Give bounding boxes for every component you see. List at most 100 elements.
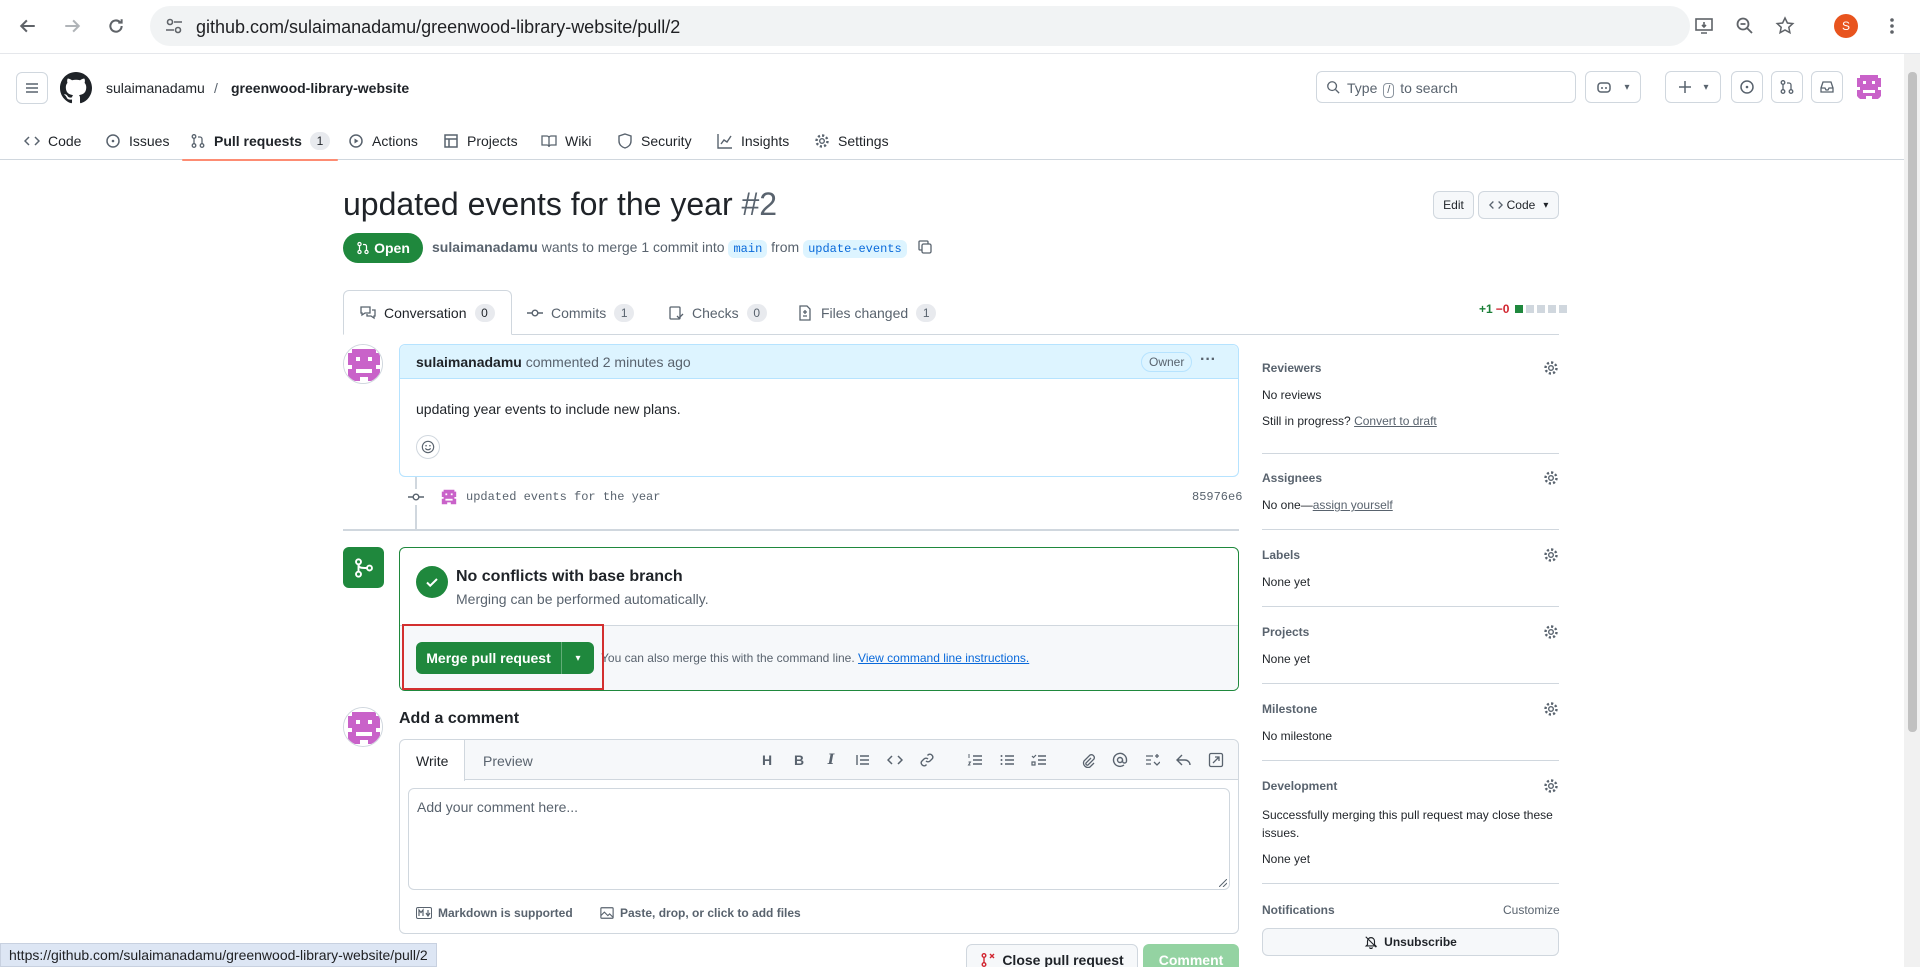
create-new-button[interactable]: ▾: [1665, 71, 1721, 103]
copy-icon[interactable]: [917, 239, 933, 255]
repo-tab-insights[interactable]: Insights: [717, 122, 789, 160]
comment-author[interactable]: sulaimanadamu: [416, 354, 522, 370]
address-bar[interactable]: github.com/sulaimanadamu/greenwood-libra…: [150, 6, 1690, 46]
issues-button[interactable]: [1731, 71, 1763, 103]
reload-icon[interactable]: [102, 12, 130, 40]
quote-icon[interactable]: [854, 751, 872, 769]
tab-files-changed[interactable]: Files changed 1: [797, 290, 937, 335]
base-branch[interactable]: main: [728, 240, 768, 258]
customize-link[interactable]: Customize: [1503, 903, 1560, 917]
comment-editor: Write Preview H B I Add your comment her…: [399, 739, 1239, 934]
browser-menu-icon[interactable]: [1880, 14, 1904, 38]
search-input[interactable]: Type / to search: [1316, 71, 1576, 103]
tab-preview[interactable]: Preview: [467, 740, 549, 781]
shield-icon: [618, 133, 632, 149]
tab-write[interactable]: Write: [400, 740, 466, 781]
repo-tab-settings[interactable]: Settings: [814, 122, 889, 160]
pull-requests-count: 1: [309, 132, 330, 150]
code-icon[interactable]: [886, 751, 904, 769]
back-icon[interactable]: [14, 12, 42, 40]
commit-sha[interactable]: 85976e6: [1192, 490, 1242, 504]
mention-icon[interactable]: [1111, 751, 1129, 769]
markdown-supported-link[interactable]: Markdown is supported: [416, 906, 573, 920]
breadcrumb-repo[interactable]: greenwood-library-website: [231, 80, 409, 96]
gear-icon[interactable]: [1543, 360, 1559, 376]
gear-icon[interactable]: [1543, 701, 1559, 717]
breadcrumb-owner[interactable]: sulaimanadamu: [106, 80, 205, 96]
github-logo-icon[interactable]: [60, 72, 92, 104]
link-icon[interactable]: [918, 751, 936, 769]
gear-icon[interactable]: [1543, 470, 1559, 486]
assign-yourself-link[interactable]: assign yourself: [1313, 498, 1393, 512]
comment-placeholder: Add your comment here...: [417, 799, 579, 815]
zoom-icon[interactable]: [1733, 14, 1757, 38]
scrollbar-thumb[interactable]: [1908, 72, 1917, 732]
attach-files-link[interactable]: Paste, drop, or click to add files: [600, 906, 801, 920]
attach-icon[interactable]: [1079, 751, 1097, 769]
commit-message[interactable]: updated events for the year: [466, 490, 660, 504]
code-dropdown-button[interactable]: Code ▾: [1478, 191, 1559, 219]
repo-tab-projects[interactable]: Projects: [443, 122, 518, 160]
command-line-instructions-link[interactable]: View command line instructions.: [858, 651, 1029, 665]
cross-reference-icon[interactable]: [1143, 751, 1161, 769]
comment-textarea[interactable]: Add your comment here...: [408, 788, 1230, 890]
unordered-list-icon[interactable]: [998, 751, 1016, 769]
hamburger-menu-icon[interactable]: [16, 72, 48, 104]
user-avatar[interactable]: [1854, 72, 1884, 102]
gear-icon[interactable]: [1543, 778, 1559, 794]
site-info-icon[interactable]: [164, 16, 184, 36]
bookmark-star-icon[interactable]: [1773, 14, 1797, 38]
heading-icon[interactable]: H: [758, 751, 776, 769]
repo-tab-code[interactable]: Code: [24, 122, 81, 160]
pr-title: updated events for the year #2: [343, 186, 778, 222]
convert-to-draft-link[interactable]: Convert to draft: [1354, 414, 1437, 428]
italic-icon[interactable]: I: [822, 751, 840, 769]
sidebar-labels: Labels None yet: [1262, 543, 1559, 607]
active-tab-indicator: [182, 159, 338, 161]
install-app-icon[interactable]: [1692, 14, 1716, 38]
tab-commits[interactable]: Commits 1: [527, 290, 635, 335]
assignees-heading[interactable]: Assignees: [1262, 471, 1322, 485]
current-user-avatar[interactable]: [343, 707, 383, 747]
task-list-icon[interactable]: [1030, 751, 1048, 769]
repo-tab-issues[interactable]: Issues: [105, 122, 169, 160]
pull-requests-button[interactable]: [1771, 71, 1803, 103]
bold-icon[interactable]: B: [790, 751, 808, 769]
tab-checks[interactable]: Checks 0: [668, 290, 767, 335]
timeline-divider: [343, 529, 1239, 531]
inbox-button[interactable]: [1811, 71, 1843, 103]
milestone-heading[interactable]: Milestone: [1262, 702, 1317, 716]
reviewers-heading[interactable]: Reviewers: [1262, 361, 1321, 375]
close-pull-request-button[interactable]: Close pull request: [966, 944, 1138, 967]
commit-author-avatar[interactable]: [440, 488, 458, 506]
repo-navigation: Code Issues Pull requests 1 Actions Proj…: [0, 122, 1904, 161]
pr-author[interactable]: sulaimanadamu: [432, 239, 538, 255]
comment-button[interactable]: Comment: [1143, 944, 1239, 967]
copilot-button[interactable]: ▾: [1585, 71, 1641, 103]
gear-icon[interactable]: [1543, 547, 1559, 563]
repo-tab-wiki[interactable]: Wiki: [541, 122, 591, 160]
owner-badge: Owner: [1141, 352, 1193, 372]
add-reaction-button[interactable]: [416, 435, 440, 459]
head-branch[interactable]: update-events: [803, 240, 907, 258]
reply-icon[interactable]: [1175, 751, 1193, 769]
code-icon: [24, 136, 40, 146]
plus-icon: [1679, 81, 1692, 93]
edit-button[interactable]: Edit: [1433, 191, 1474, 219]
comment-author-avatar[interactable]: [343, 344, 383, 384]
labels-heading[interactable]: Labels: [1262, 548, 1300, 562]
forward-icon[interactable]: [58, 12, 86, 40]
repo-tab-security[interactable]: Security: [617, 122, 692, 160]
profile-avatar[interactable]: S: [1834, 14, 1858, 38]
projects-heading[interactable]: Projects: [1262, 625, 1309, 639]
gear-icon[interactable]: [1543, 624, 1559, 640]
repo-tab-pull-requests[interactable]: Pull requests 1: [182, 122, 338, 161]
resize-handle-icon[interactable]: [1219, 879, 1227, 887]
repo-tab-actions[interactable]: Actions: [348, 122, 418, 160]
ordered-list-icon[interactable]: [966, 751, 984, 769]
unsubscribe-button[interactable]: Unsubscribe: [1262, 928, 1559, 956]
development-heading[interactable]: Development: [1262, 779, 1337, 793]
tab-conversation[interactable]: Conversation 0: [343, 290, 512, 335]
fullscreen-icon[interactable]: [1207, 751, 1225, 769]
kebab-menu-icon[interactable]: ···: [1200, 351, 1216, 369]
